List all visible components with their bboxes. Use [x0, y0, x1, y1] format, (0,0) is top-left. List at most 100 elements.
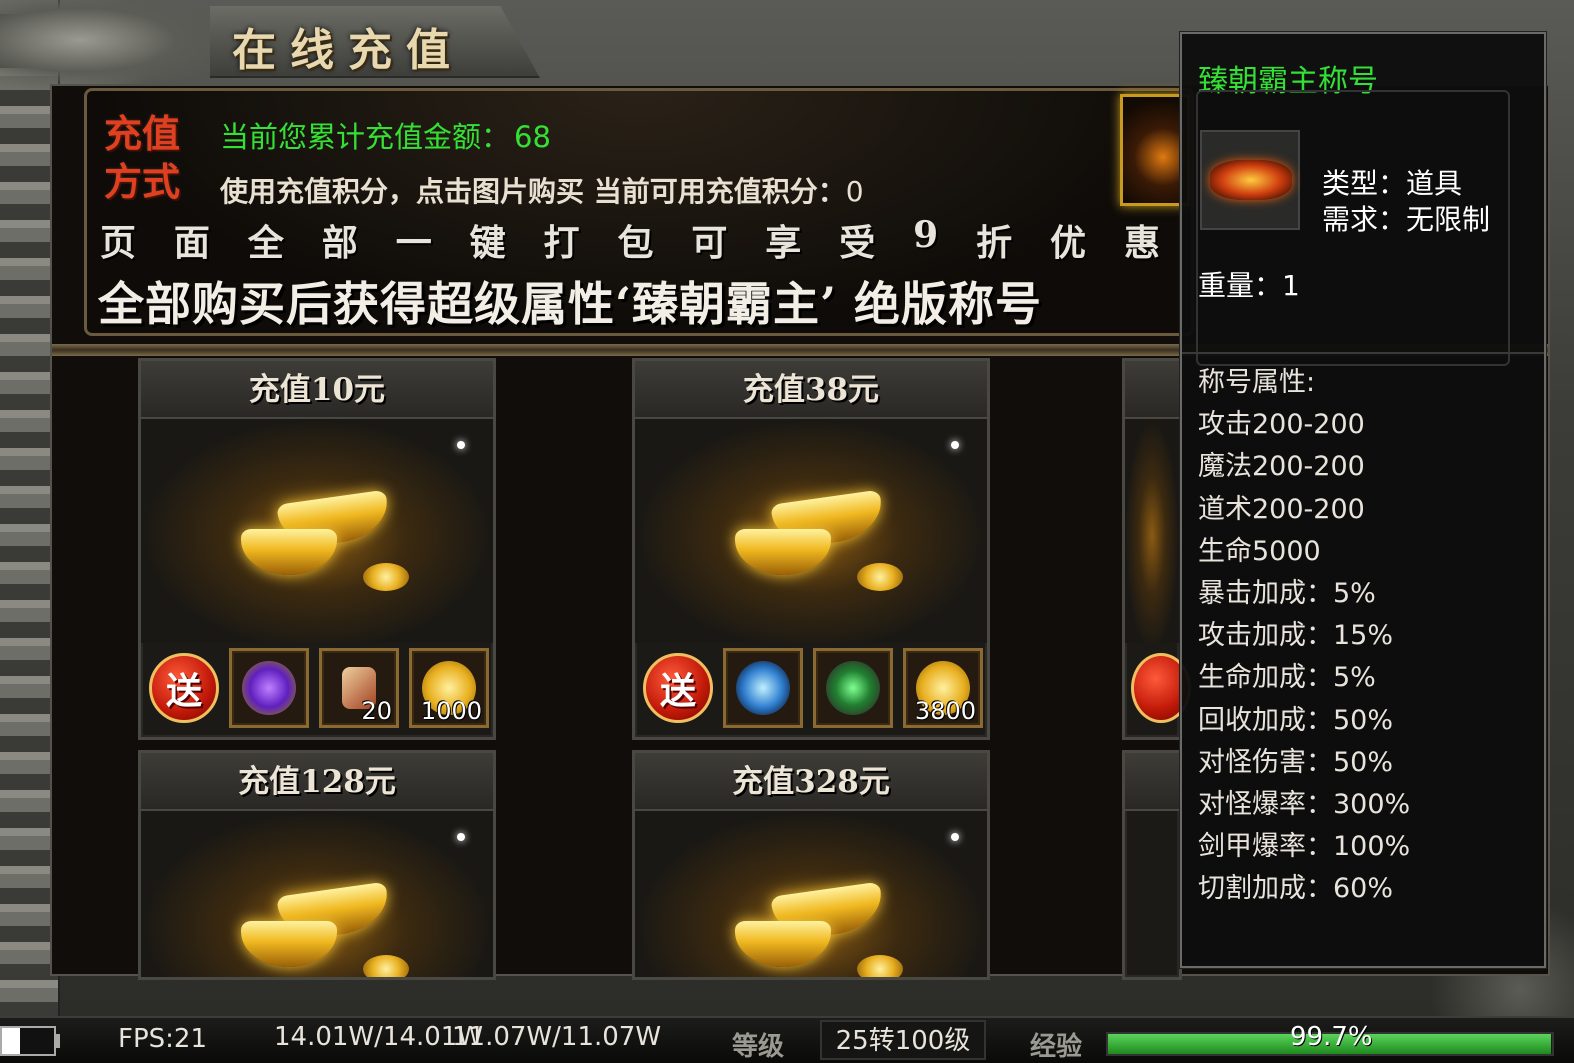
discount-char: 惠 [1123, 222, 1160, 264]
battery-tip [56, 1034, 60, 1048]
gold-ingot-art[interactable] [141, 419, 493, 643]
discount-char: 可 [691, 222, 728, 264]
package-title-hidden [1125, 753, 1179, 811]
package-title-hidden [1125, 361, 1179, 419]
tooltip-weight: 重量：1 [1198, 269, 1300, 302]
discount-char: 9 [913, 214, 939, 256]
recharge-total-value: 68 [514, 120, 551, 154]
item-tooltip: 臻朝霸主称号 类型：道具 需求：无限制 重量：1 称号属性: 攻击200-200… [1180, 32, 1546, 968]
item-quantity: 3800 [914, 697, 976, 725]
reward-banner: 全部购买后获得超级属性‘臻朝霸主’ 绝版称号 [98, 277, 1043, 331]
battery-level [2, 1028, 21, 1054]
sparkle-icon [457, 441, 465, 449]
dragon-head-ornament [0, 0, 230, 90]
gold-coin-icon [857, 955, 903, 977]
item-quantity: 1000 [420, 697, 482, 725]
package-card-hidden[interactable] [1122, 358, 1191, 740]
gold-coin-icon [857, 563, 903, 591]
discount-char: 面 [173, 222, 210, 264]
discount-char: 一 [395, 222, 432, 264]
gold-coin-icon [363, 955, 409, 977]
recharge-method-badge: 充值方式 [104, 111, 181, 204]
discount-char: 优 [1050, 222, 1087, 264]
gold-ingot-icon [241, 921, 337, 967]
reward-slot[interactable]: 1000 [409, 648, 489, 728]
discount-banner: 页面全部一键打包可享受9折优惠 [100, 214, 1160, 266]
discount-char: 全 [247, 222, 284, 264]
reward-slot[interactable]: 3800 [903, 648, 983, 728]
points-value: 0 [845, 175, 864, 208]
tooltip-type: 类型：道具 [1322, 167, 1463, 200]
package-card-38[interactable]: 充值38元 送 3800 [632, 358, 990, 740]
tooltip-item-icon [1200, 130, 1300, 230]
level-label: 等级 [732, 1032, 785, 1062]
package-card-hidden[interactable] [1122, 750, 1182, 980]
package-card-10[interactable]: 充值10元 送 20 1000 [138, 358, 496, 740]
item-quantity: 20 [361, 697, 392, 725]
attributes-heading: 称号属性: [1198, 367, 1316, 398]
recharge-total-label: 当前您累计充值金额： [220, 120, 511, 154]
gift-badge: 送 [643, 653, 713, 723]
discount-char: 打 [543, 222, 580, 264]
gold-ingot-icon [735, 921, 831, 967]
discount-char: 页 [100, 222, 137, 264]
attribute-item: 道术200-200 [1198, 493, 1365, 525]
discount-char: 折 [976, 222, 1013, 264]
gold-ingot-art[interactable] [635, 811, 987, 977]
package-title: 充值38元 [635, 361, 987, 419]
attribute-item: 生命加成：5% [1198, 662, 1376, 694]
gift-row: 送 3800 [643, 643, 983, 733]
blue-orb-icon [736, 661, 790, 715]
tooltip-requirement: 需求：无限制 [1322, 203, 1491, 236]
gift-badge: 送 [149, 653, 219, 723]
reward-slot[interactable] [229, 648, 309, 728]
sparkle-icon [951, 441, 959, 449]
attribute-item: 魔法200-200 [1198, 451, 1365, 483]
status-bar: FPS:21 14.01W/14.01W 11.07W/11.07W 等级 25… [0, 1016, 1574, 1063]
attribute-item: 对怪爆率：300% [1198, 789, 1411, 821]
discount-char: 享 [765, 222, 802, 264]
package-title: 充值328元 [635, 753, 987, 811]
tooltip-divider [1182, 352, 1544, 354]
fps-counter: FPS:21 [118, 1024, 207, 1054]
attribute-item: 剑甲爆率：100% [1198, 831, 1411, 863]
gold-ingot-art [1125, 419, 1179, 643]
gold-ingot-art[interactable] [635, 419, 987, 643]
level-value: 25转100级 [820, 1020, 986, 1060]
attribute-item: 暴击加成：5% [1198, 578, 1376, 610]
gold-ingot-icon [735, 529, 831, 575]
attribute-item: 攻击加成：15% [1198, 620, 1394, 652]
exp-label: 经验 [1030, 1032, 1083, 1062]
sparkle-icon [457, 833, 465, 841]
discount-char: 部 [321, 222, 358, 264]
exp-percent: 99.7% [1290, 1022, 1373, 1052]
discount-char: 受 [839, 222, 876, 264]
purple-gem-icon [242, 661, 296, 715]
gift-row: 送 20 1000 [149, 643, 489, 733]
package-card-128[interactable]: 充值128元 [138, 750, 496, 980]
gold-coin-icon [363, 563, 409, 591]
tooltip-attribute-list: 称号属性: 攻击200-200 魔法200-200 道术200-200 生命5000 暴… [1198, 362, 1410, 911]
recharge-total: 当前您累计充值金额： 68 [220, 114, 551, 156]
discount-char: 包 [617, 222, 654, 264]
attribute-item: 回收加成：50% [1198, 704, 1394, 736]
attribute-item: 切割加成：60% [1198, 873, 1394, 905]
points-text: 使用充值积分，点击图片购买 当前可用充值积分： [220, 175, 846, 208]
gold-ingot-icon [241, 529, 337, 575]
attribute-item: 生命5000 [1198, 535, 1321, 567]
attribute-item: 对怪伤害：50% [1198, 746, 1394, 778]
package-card-328[interactable]: 充值328元 [632, 750, 990, 980]
package-title: 充值128元 [141, 753, 493, 811]
attribute-item: 攻击200-200 [1198, 409, 1365, 441]
jade-pendant-icon [826, 661, 880, 715]
reward-slot[interactable] [723, 648, 803, 728]
gold-ingot-art[interactable] [141, 811, 493, 977]
window-title: 在线充值 [232, 25, 464, 76]
title-emblem-icon [1210, 160, 1292, 200]
sparkle-icon [951, 833, 959, 841]
mp-readout: 11.07W/11.07W [452, 1022, 662, 1052]
reward-slot[interactable] [813, 648, 893, 728]
points-line: 使用充值积分，点击图片购买 当前可用充值积分：0 [220, 170, 864, 210]
package-title: 充值10元 [141, 361, 493, 419]
reward-slot[interactable]: 20 [319, 648, 399, 728]
